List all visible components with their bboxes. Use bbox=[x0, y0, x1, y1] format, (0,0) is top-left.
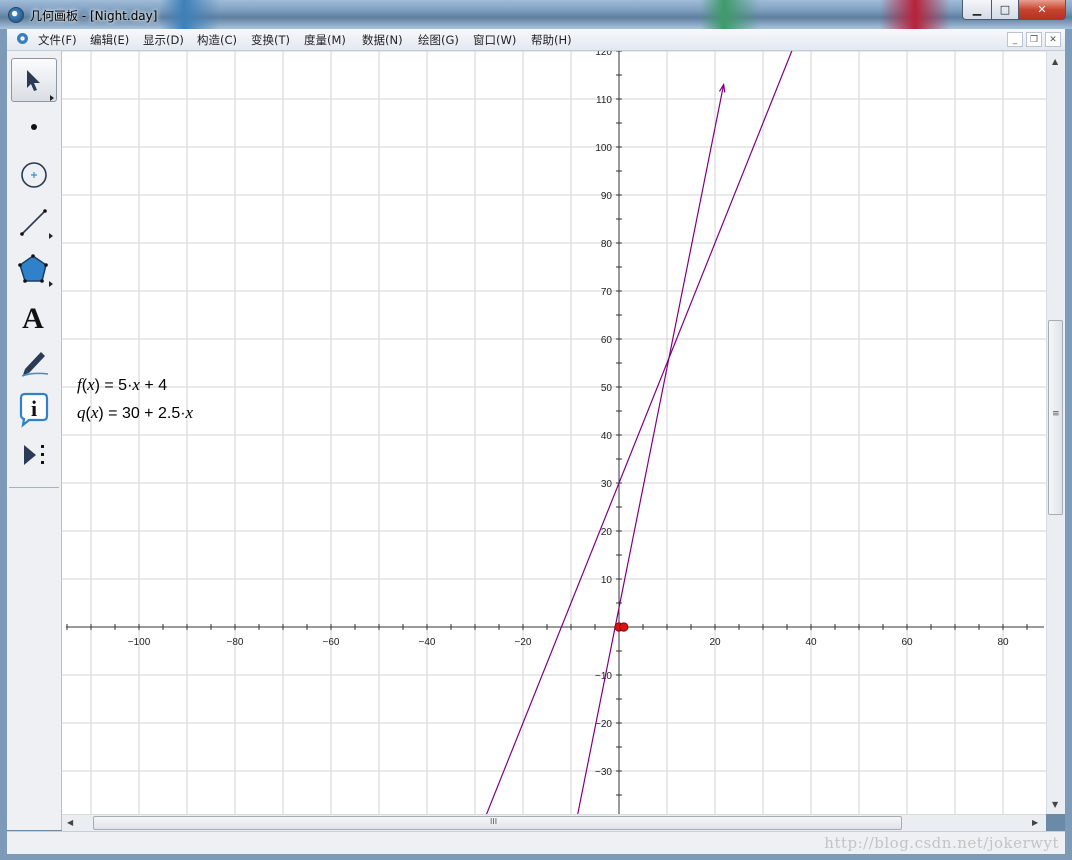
horizontal-scroll-thumb[interactable]: III bbox=[93, 816, 902, 830]
y-tick-label: 110 bbox=[596, 95, 612, 106]
window-frame-right bbox=[1065, 29, 1072, 860]
y-tick-label: 100 bbox=[595, 143, 612, 154]
pentagon-icon bbox=[18, 254, 53, 287]
app-logo-icon[interactable] bbox=[8, 7, 24, 23]
function-graph[interactable]: −100 −80 −60 −40 −20 20 40 60 80 −30 −20 −10 10 20 30 4… bbox=[62, 51, 1046, 814]
function-f[interactable]: f(x) = 5·x + 4 bbox=[77, 371, 193, 399]
y-tick-label: 70 bbox=[601, 287, 613, 298]
custom-tools[interactable] bbox=[11, 434, 57, 478]
window-frame-left bbox=[0, 29, 7, 860]
x-tick-label: −100 bbox=[128, 637, 151, 648]
desktop-wallpaper-strip bbox=[160, 0, 220, 29]
y-tick-label: −20 bbox=[595, 719, 612, 730]
menu-display[interactable]: 显示(D) bbox=[143, 32, 184, 48]
compass-tool[interactable] bbox=[11, 154, 57, 198]
y-tick-label: 120 bbox=[595, 51, 612, 58]
x-tick-label: −80 bbox=[227, 637, 244, 648]
letter-a-icon: A bbox=[22, 302, 44, 335]
y-tick-label: 80 bbox=[601, 239, 613, 250]
arrow-select-tool[interactable] bbox=[11, 58, 57, 102]
mdi-minimize-button[interactable]: _ bbox=[1007, 32, 1023, 47]
function-list: f(x) = 5·x + 4 q(x) = 30 + 2.5·x bbox=[77, 371, 193, 427]
marker-tool[interactable] bbox=[11, 342, 57, 386]
desktop-wallpaper-strip bbox=[880, 0, 950, 29]
x-tick-label: −60 bbox=[323, 637, 340, 648]
window-frame-bottom bbox=[0, 853, 1072, 860]
menu-file[interactable]: 文件(F) bbox=[38, 32, 77, 48]
pen-icon bbox=[21, 352, 49, 377]
grip-icon: III bbox=[490, 817, 498, 826]
y-tick-label: −30 bbox=[595, 767, 612, 778]
function-plot-f bbox=[577, 84, 725, 814]
vertical-scroll-thumb[interactable]: ≡ bbox=[1048, 320, 1063, 515]
vertical-scrollbar[interactable]: ▲ ≡ ▼ bbox=[1046, 51, 1065, 814]
mdi-restore-button[interactable]: ❐ bbox=[1026, 32, 1042, 47]
info-icon: i bbox=[19, 392, 49, 428]
menu-edit[interactable]: 编辑(E) bbox=[90, 32, 129, 48]
y-tick-label: 50 bbox=[601, 383, 613, 394]
y-tick-label: 30 bbox=[601, 479, 613, 490]
toolbox-separator bbox=[9, 487, 59, 488]
x-tick-label: −20 bbox=[515, 637, 532, 648]
menu-data[interactable]: 数据(N) bbox=[362, 32, 403, 48]
toolbox: A i bbox=[7, 51, 62, 830]
watermark-text: http://blog.csdn.net/jokerwyt bbox=[824, 834, 1059, 852]
document-icon[interactable] bbox=[17, 33, 28, 44]
function-plot-q bbox=[485, 51, 793, 814]
point-tool[interactable] bbox=[11, 106, 57, 150]
segment-icon bbox=[20, 209, 53, 239]
y-tick-label: 20 bbox=[601, 527, 613, 538]
minimize-button[interactable]: ▁ bbox=[962, 0, 992, 20]
y-tick-label: 10 bbox=[601, 575, 613, 586]
y-tick-label: 40 bbox=[601, 431, 613, 442]
svg-text:i: i bbox=[31, 396, 37, 421]
horizontal-scrollbar[interactable]: ◀ III ▶ bbox=[62, 814, 1046, 832]
x-tick-label: 20 bbox=[709, 637, 721, 648]
mdi-close-button[interactable]: ✕ bbox=[1045, 32, 1061, 47]
menu-window[interactable]: 窗口(W) bbox=[473, 32, 516, 48]
x-tick-label: 40 bbox=[805, 637, 817, 648]
scroll-up-arrow-icon[interactable]: ▲ bbox=[1052, 57, 1058, 66]
play-more-icon bbox=[24, 445, 44, 465]
menu-graph[interactable]: 绘图(G) bbox=[418, 32, 459, 48]
scroll-down-arrow-icon[interactable]: ▼ bbox=[1052, 800, 1058, 809]
circle-icon bbox=[21, 162, 47, 188]
x-tick-label: 80 bbox=[997, 637, 1009, 648]
polygon-tool[interactable] bbox=[11, 250, 57, 294]
scroll-left-arrow-icon[interactable]: ◀ bbox=[67, 818, 73, 827]
window-titlebar[interactable]: 几何画板 - [Night.day] ▁ □ ✕ bbox=[0, 0, 1072, 29]
straightedge-tool[interactable] bbox=[11, 202, 57, 246]
grip-icon: ≡ bbox=[1052, 409, 1060, 419]
desktop-wallpaper-strip bbox=[700, 0, 760, 29]
arrow-cursor-icon bbox=[27, 70, 54, 101]
window-title: 几何画板 - [Night.day] bbox=[30, 9, 158, 23]
y-tick-label: 60 bbox=[601, 335, 613, 346]
graph-point bbox=[619, 622, 629, 632]
text-tool[interactable]: A bbox=[11, 296, 57, 340]
information-tool[interactable]: i bbox=[11, 388, 57, 432]
point-icon bbox=[31, 124, 37, 130]
status-bar: http://blog.csdn.net/jokerwyt bbox=[7, 831, 1065, 854]
function-q[interactable]: q(x) = 30 + 2.5·x bbox=[77, 399, 193, 427]
menu-construct[interactable]: 构造(C) bbox=[197, 32, 237, 48]
y-tick-label: −10 bbox=[595, 671, 612, 682]
sketch-canvas[interactable]: −100 −80 −60 −40 −20 20 40 60 80 −30 −20 −10 10 20 30 4… bbox=[62, 51, 1046, 814]
scroll-right-arrow-icon[interactable]: ▶ bbox=[1032, 818, 1038, 827]
y-tick-label: 90 bbox=[601, 191, 613, 202]
x-tick-label: 60 bbox=[901, 637, 913, 648]
menu-bar: 文件(F) 编辑(E) 显示(D) 构造(C) 变换(T) 度量(M) 数据(N… bbox=[7, 29, 1065, 51]
close-button[interactable]: ✕ bbox=[1018, 0, 1066, 20]
svg-text:A: A bbox=[22, 302, 44, 335]
menu-transform[interactable]: 变换(T) bbox=[251, 32, 290, 48]
menu-help[interactable]: 帮助(H) bbox=[531, 32, 572, 48]
x-tick-label: −40 bbox=[419, 637, 436, 648]
menu-measure[interactable]: 度量(M) bbox=[304, 32, 346, 48]
maximize-button[interactable]: □ bbox=[991, 0, 1019, 20]
